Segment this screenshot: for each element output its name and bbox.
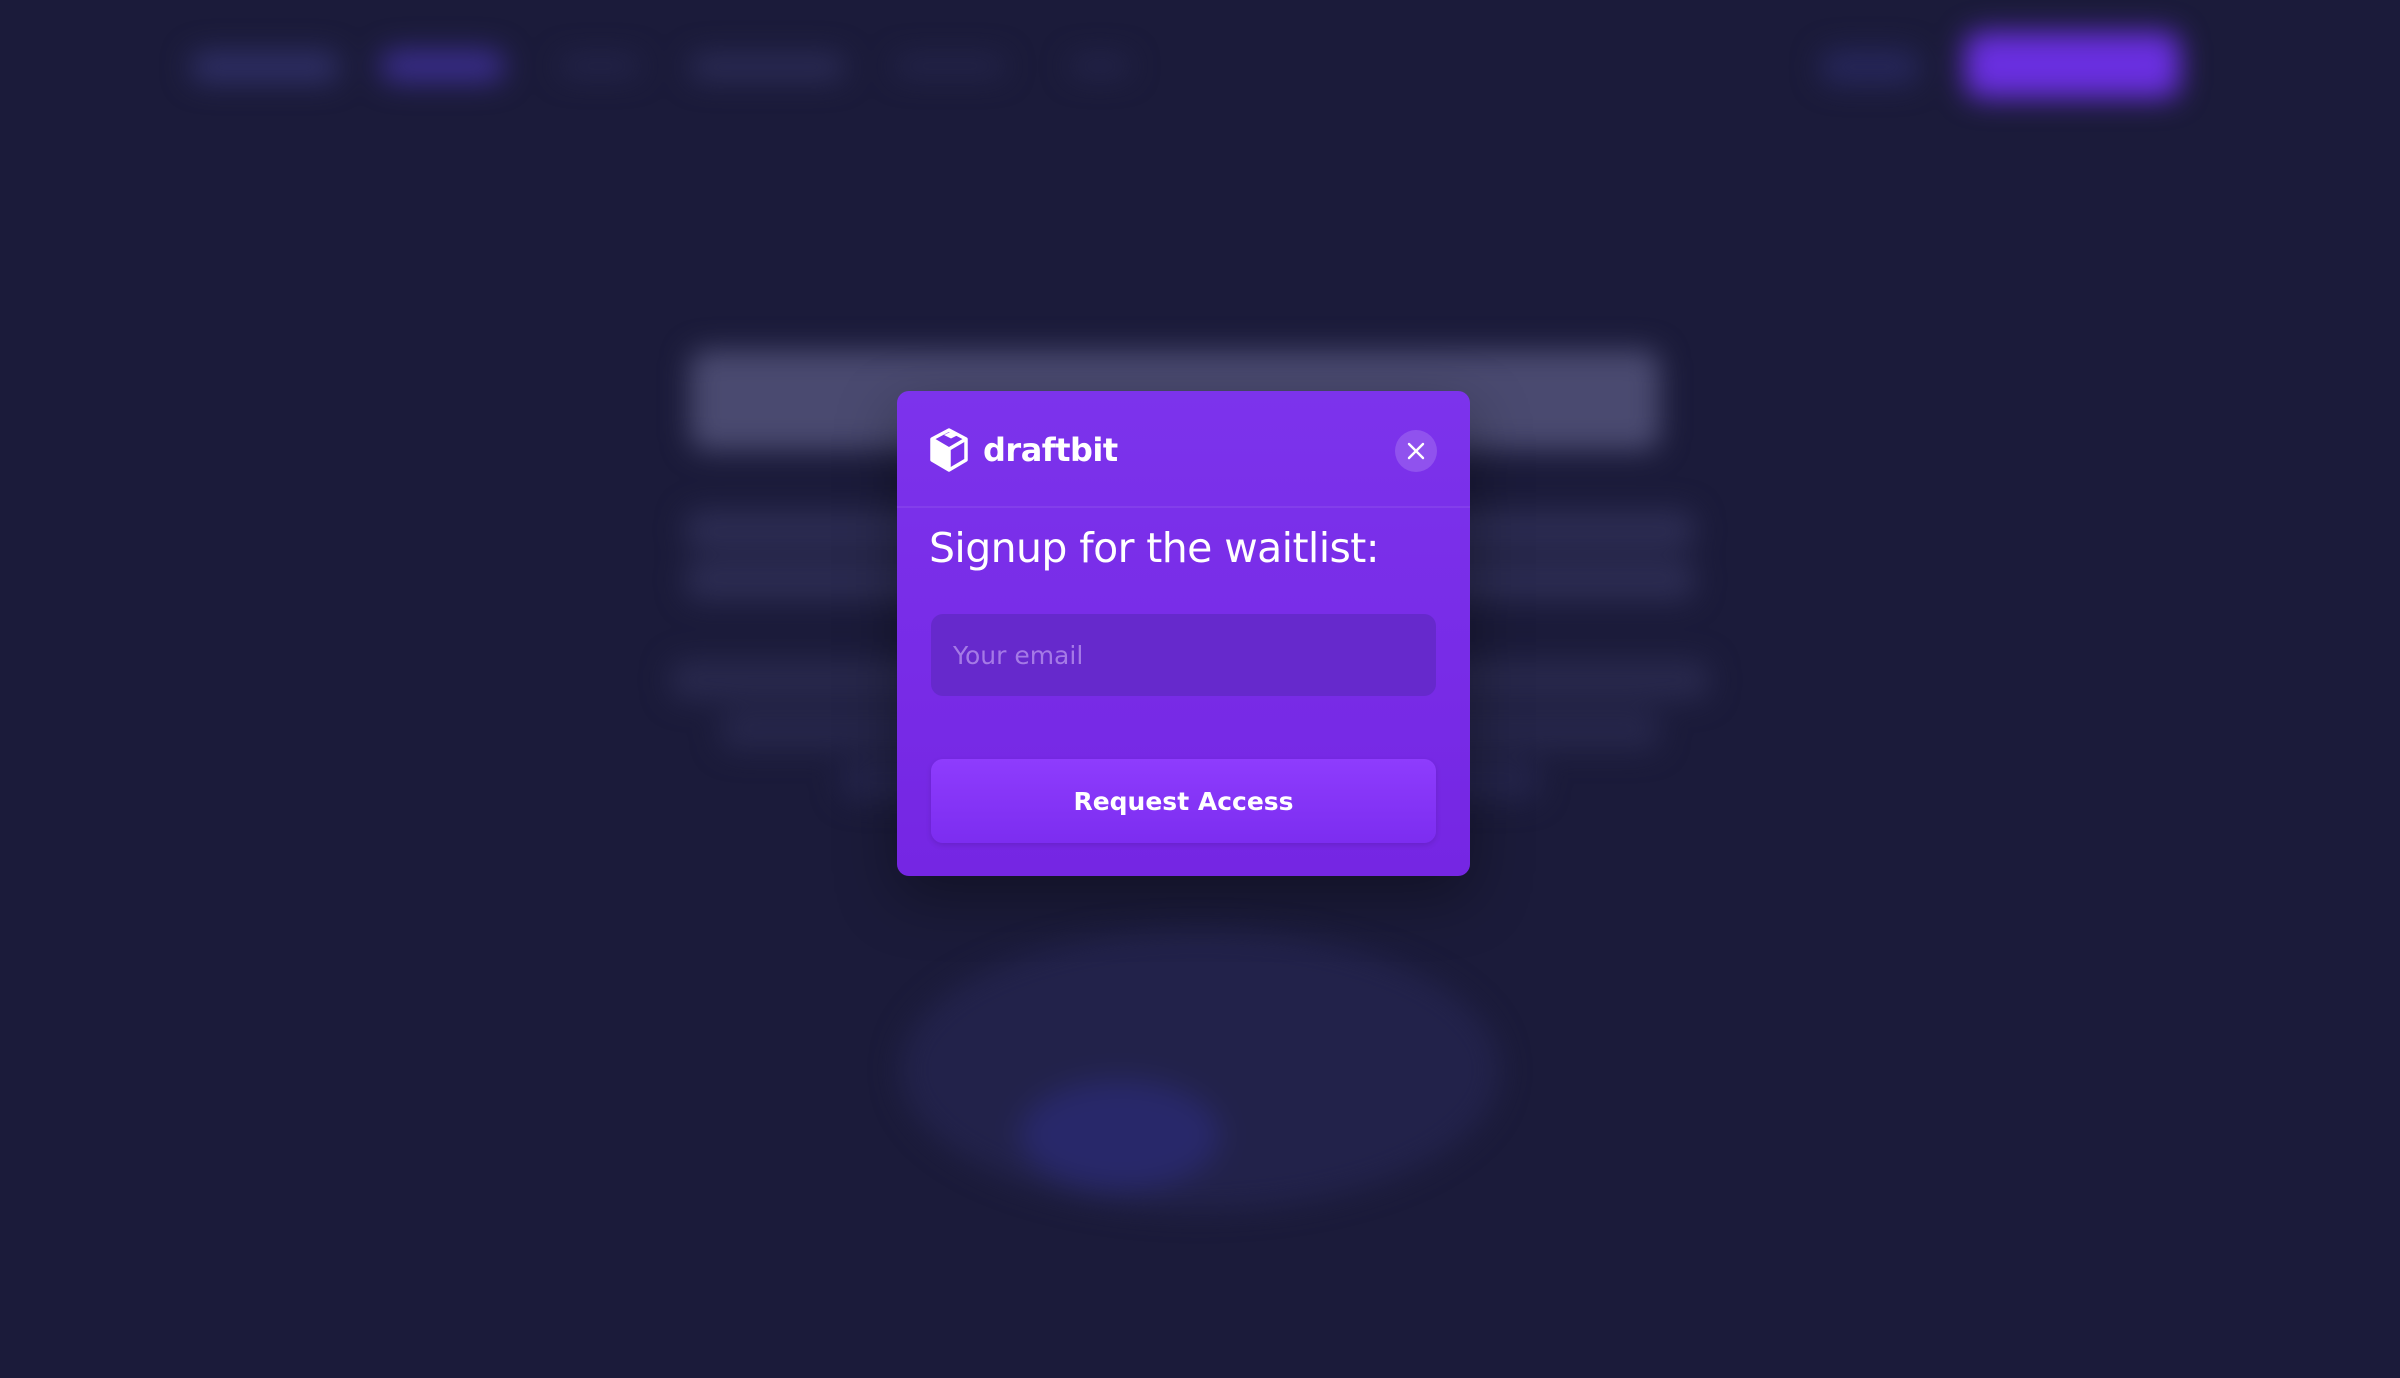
brand-name: draftbit: [983, 431, 1118, 469]
nav-link-placeholder: [1070, 56, 1130, 76]
close-icon: [1407, 442, 1425, 460]
cube-logo-icon: [930, 428, 968, 472]
nav-link-placeholder: [560, 56, 640, 76]
email-input[interactable]: [931, 614, 1436, 696]
modal-title: Signup for the waitlist:: [929, 524, 1380, 572]
nav-logo-placeholder: [190, 52, 340, 82]
nav-cta-placeholder: [1965, 32, 2180, 98]
brand: draftbit: [929, 425, 1118, 475]
close-button[interactable]: [1395, 430, 1437, 472]
nav-link-placeholder: [690, 54, 845, 80]
nav-badge-placeholder: [380, 50, 505, 82]
modal-header: draftbit: [897, 391, 1470, 508]
nav-link-placeholder: [895, 56, 1005, 76]
waitlist-modal: draftbit Signup for the waitlist: Reques…: [897, 391, 1470, 876]
request-access-button[interactable]: Request Access: [931, 759, 1436, 843]
nav-login-placeholder: [1820, 50, 1920, 84]
illustration-placeholder: [1020, 1080, 1220, 1190]
